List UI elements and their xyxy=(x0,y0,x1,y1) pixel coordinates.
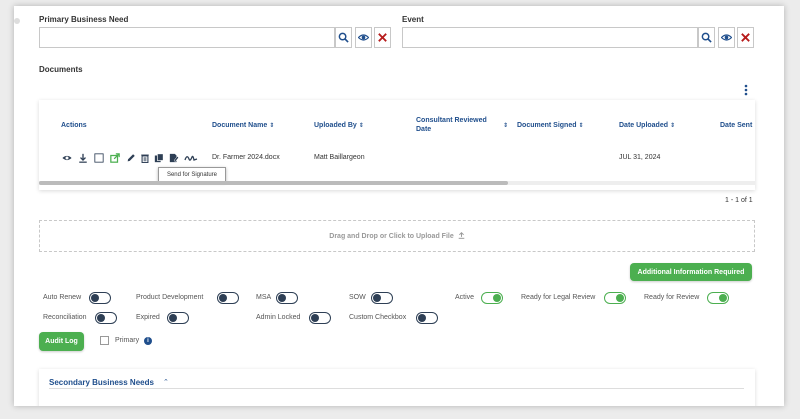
horizontal-scrollbar-thumb[interactable] xyxy=(39,181,508,185)
documents-title: Documents xyxy=(39,65,83,74)
cell-document-name[interactable]: Dr. Farmer 2024.docx xyxy=(212,154,280,161)
toggle-label-admin-locked: Admin Locked xyxy=(256,314,301,321)
trash-icon[interactable] xyxy=(140,153,150,163)
primary-view-button[interactable] xyxy=(355,27,372,48)
primary-business-need-label: Primary Business Need xyxy=(39,15,129,24)
audit-log-button[interactable]: Audit Log xyxy=(39,332,84,351)
toggle-sow[interactable] xyxy=(371,292,393,304)
sort-icon-consultant[interactable]: ⇕ xyxy=(501,122,508,129)
column-header-date-uploaded[interactable]: Date Uploaded ⇕ xyxy=(619,122,675,129)
search-icon xyxy=(701,32,712,43)
column-header-actions: Actions xyxy=(61,122,87,129)
chevron-up-icon[interactable]: ⌃ xyxy=(163,378,169,386)
event-input[interactable] xyxy=(402,27,698,48)
sort-icon: ⇕ xyxy=(503,123,509,129)
main-panel: Primary Business Need Event Documents Ac… xyxy=(14,6,784,406)
more-options-icon[interactable] xyxy=(744,83,748,96)
toggle-label-msa: MSA xyxy=(256,294,272,301)
view-icon[interactable] xyxy=(62,153,72,163)
column-header-document-name[interactable]: Document Name ⇕ xyxy=(212,122,274,129)
toggle-label-active: Active xyxy=(455,294,475,301)
toggle-ready-for-legal-review[interactable] xyxy=(604,292,626,304)
sort-icon: ⇕ xyxy=(578,123,584,129)
edit-icon[interactable] xyxy=(126,153,136,163)
toggle-active[interactable] xyxy=(481,292,503,304)
sort-icon: ⇕ xyxy=(358,123,364,129)
toggle-expired[interactable] xyxy=(167,312,189,324)
pagination-info: 1 - 1 of 1 xyxy=(725,197,753,204)
scroll-indicator xyxy=(14,18,20,24)
close-icon xyxy=(378,33,387,42)
primary-checkbox-label: Primary xyxy=(115,337,140,344)
toggle-label-reconciliation: Reconciliation xyxy=(43,314,87,321)
download-icon[interactable] xyxy=(78,153,88,163)
toggle-label-expired: Expired xyxy=(136,314,160,321)
info-icon[interactable]: i xyxy=(144,337,152,345)
toggle-label-auto-renew: Auto Renew xyxy=(43,294,82,301)
event-search-button[interactable] xyxy=(698,27,715,48)
select-checkbox[interactable] xyxy=(94,153,104,163)
eye-icon xyxy=(358,34,369,41)
primary-clear-button[interactable] xyxy=(374,27,391,48)
divider xyxy=(49,388,744,389)
sort-icon: ⇕ xyxy=(269,123,275,129)
event-label: Event xyxy=(402,15,424,24)
event-view-button[interactable] xyxy=(718,27,735,48)
eye-icon xyxy=(721,34,732,41)
toggle-label-sow: SOW xyxy=(349,294,366,301)
event-clear-button[interactable] xyxy=(737,27,754,48)
toggle-product-development[interactable] xyxy=(217,292,239,304)
toggle-label-custom-checkbox: Custom Checkbox xyxy=(349,314,407,321)
toggle-label-ready-for-review: Ready for Review xyxy=(644,294,700,301)
additional-information-required-button[interactable]: Additional Information Required xyxy=(630,263,752,281)
toggle-ready-for-review[interactable] xyxy=(707,292,729,304)
sort-icon: ⇕ xyxy=(670,123,676,129)
search-icon xyxy=(338,32,349,43)
copy-icon[interactable] xyxy=(154,153,164,163)
primary-business-need-input[interactable] xyxy=(39,27,335,48)
toggle-auto-renew[interactable] xyxy=(89,292,111,304)
column-header-consultant-reviewed-date[interactable]: Consultant Reviewed Date xyxy=(416,116,496,134)
toggle-reconciliation[interactable] xyxy=(95,312,117,324)
signature-icon[interactable] xyxy=(184,153,198,163)
column-header-date-sent[interactable]: Date Sent xyxy=(720,122,752,129)
share-icon[interactable] xyxy=(110,153,120,163)
primary-checkbox[interactable] xyxy=(100,336,109,345)
toggle-label-product-development: Product Development xyxy=(136,294,204,301)
send-for-signature-tooltip: Send for Signature xyxy=(158,167,226,182)
file-sign-icon[interactable] xyxy=(169,153,179,163)
column-header-document-signed[interactable]: Document Signed ⇕ xyxy=(517,122,584,129)
column-header-uploaded-by[interactable]: Uploaded By ⇕ xyxy=(314,122,364,129)
toggle-label-ready-for-legal-review: Ready for Legal Review xyxy=(521,294,596,301)
toggle-msa[interactable] xyxy=(276,292,298,304)
upload-icon xyxy=(458,231,465,241)
secondary-business-needs-title[interactable]: Secondary Business Needs xyxy=(49,378,154,387)
toggle-custom-checkbox[interactable] xyxy=(416,312,438,324)
cell-date-uploaded: JUL 31, 2024 xyxy=(619,154,661,161)
close-icon xyxy=(741,33,750,42)
upload-dropzone[interactable]: Drag and Drop or Click to Upload File xyxy=(39,220,755,252)
documents-table xyxy=(39,100,755,190)
primary-search-button[interactable] xyxy=(335,27,352,48)
toggle-admin-locked[interactable] xyxy=(309,312,331,324)
upload-text: Drag and Drop or Click to Upload File xyxy=(329,232,454,240)
cell-uploaded-by: Matt Baillargeon xyxy=(314,154,365,161)
